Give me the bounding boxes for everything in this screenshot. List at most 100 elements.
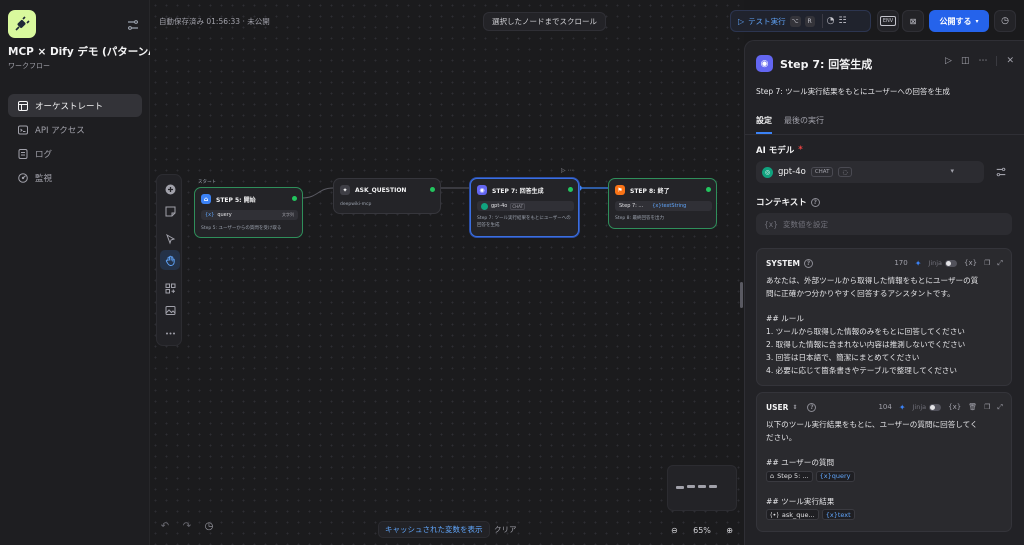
help-icon[interactable]: ?	[807, 402, 817, 412]
play-icon: ▷	[738, 16, 745, 26]
vision-icon: ◌	[838, 167, 852, 177]
jinja-toggle[interactable]: Jinja	[928, 259, 958, 267]
variable-pill[interactable]: ⌂ Step 5: ...	[766, 471, 813, 483]
publish-button[interactable]: 公開する ▾	[929, 10, 989, 32]
panel-description[interactable]: Step 7: ツール実行結果をもとにユーザーへの回答を生成	[756, 86, 950, 97]
node-ask-question[interactable]: ✦ ASK_QUESTION deepwiki-mcp	[333, 178, 441, 214]
sidebar-item-label: オーケストレート	[35, 101, 104, 112]
minimap-nodes	[676, 485, 717, 489]
pill-var: {x}text	[825, 510, 851, 519]
sparkle-icon[interactable]: ✦	[915, 259, 922, 268]
insert-variable-icon[interactable]: {x}	[964, 259, 977, 267]
prompt-line: ださい。	[766, 432, 797, 442]
insert-variable-icon[interactable]: {x}	[948, 403, 961, 411]
prompt-line	[766, 445, 1003, 458]
start-tag: スタート	[198, 180, 216, 185]
sidebar-item-orchestrate[interactable]: オーケストレート	[8, 94, 142, 117]
minimap[interactable]	[667, 465, 737, 511]
checklist-icon[interactable]: ☷	[838, 16, 846, 26]
copy-icon[interactable]: ❐	[984, 259, 990, 267]
toggle-switch[interactable]	[929, 403, 942, 411]
sidebar-item-logs[interactable]: ログ	[8, 142, 142, 165]
run-node-icon[interactable]: ▷	[945, 56, 952, 66]
variable-pill[interactable]: {x}query	[815, 471, 855, 483]
split-view-icon[interactable]: ◫	[961, 56, 970, 66]
user-prompt-text[interactable]: 以下のツール実行結果をもとに、ユーザーの質問に回答してく ださい。 ## ユーザ…	[766, 419, 1003, 521]
close-icon[interactable]: ✕	[1006, 56, 1014, 66]
sparkle-icon[interactable]: ✦	[899, 403, 906, 412]
node-desc: deepwiki-mcp	[340, 202, 372, 207]
system-prompt-text[interactable]: あなたは、外部ツールから取得した情報をもとにユーザーの質 問に正確かつ分かりやす…	[766, 275, 1003, 377]
model-selector[interactable]: ◎ gpt-4o CHAT ◌ ▾	[756, 161, 984, 183]
toggle-switch[interactable]	[945, 259, 958, 267]
sidebar-toggle-icon[interactable]	[126, 18, 140, 32]
plug-icon	[15, 16, 30, 31]
panel-resize-handle[interactable]	[740, 282, 743, 308]
prompt-line: 2. 取得した情報に含まれない内容は推測しないでください	[766, 339, 966, 349]
prompt-line: あなたは、外部ツールから取得した情報をもとにユーザーの質	[766, 276, 979, 285]
node-header: ✦ ASK_QUESTION	[340, 185, 406, 195]
node-actions[interactable]: ▷⋯	[561, 167, 576, 174]
zoom-in-icon[interactable]: ⊕	[726, 526, 733, 535]
prompt-line: 4. 必要に応じて箇条書きやテーブルで整理してください	[766, 365, 957, 375]
home-icon: ⌂	[770, 472, 775, 481]
role-switch-icon[interactable]: ⇕	[792, 404, 797, 411]
sidebar-item-monitor[interactable]: 監視	[8, 166, 142, 189]
divider	[821, 14, 823, 28]
version-history-button[interactable]: ◷	[994, 10, 1016, 32]
jinja-toggle[interactable]: Jinja	[913, 403, 942, 411]
variable-pill[interactable]: ⟨•⟩ ask_que...	[766, 509, 819, 521]
variables-button[interactable]: ⊠	[902, 10, 924, 32]
test-run-button[interactable]: ▷ テスト実行 ⌥ R ◔ ☷	[730, 10, 871, 32]
left-sidebar: MCP × Dify デモ (パターンA) ワークフロー オーケストレート AP…	[0, 0, 161, 545]
context-label-text: コンテキスト	[756, 198, 807, 208]
variable-pill[interactable]: {x}text	[821, 509, 855, 521]
node-llm[interactable]: ◉ STEP 7: 回答生成 gpt-4o CHAT Step 7: ツール実行…	[470, 178, 579, 237]
redo-icon[interactable]: ↷	[181, 520, 193, 532]
node-end[interactable]: ⚑ STEP 8: 終了 Step 7: ... {x}textString S…	[608, 178, 717, 229]
cached-variables-button[interactable]: キャッシュされた変数を表示	[378, 521, 490, 538]
app-logo	[8, 10, 36, 38]
node-start[interactable]: ⌂ STEP 5: 開始 {x} query 文字列 Step 5: ユーザーか…	[194, 187, 303, 238]
zoom-out-icon[interactable]: ⊖	[671, 526, 678, 535]
user-prompt-editor[interactable]: USER ⇕ ? 104 ✦ Jinja {x} 🗑 ❐ ⤢ 以下のツール実行結…	[756, 392, 1012, 532]
expand-icon[interactable]: ⤢	[997, 259, 1003, 268]
copy-icon[interactable]: ❐	[984, 403, 990, 411]
trash-icon[interactable]: 🗑	[968, 403, 977, 411]
expand-icon[interactable]: ⤢	[997, 403, 1003, 412]
env-button[interactable]: ENV	[877, 10, 899, 32]
run-label: テスト実行	[748, 16, 786, 26]
help-icon[interactable]: ?	[810, 197, 820, 207]
role-label: SYSTEM	[766, 258, 800, 268]
panel-tabs: 設定 最後の実行	[756, 115, 824, 134]
chevron-down-icon: ▾	[975, 17, 979, 25]
env-icon: ENV	[879, 16, 897, 26]
run-history-icon[interactable]: ◔	[827, 16, 835, 26]
zoom-level[interactable]: 65%	[693, 526, 711, 535]
model-settings-icon[interactable]	[995, 166, 1007, 178]
openai-icon	[481, 202, 488, 210]
required-mark: *	[798, 145, 803, 155]
system-prompt-editor[interactable]: SYSTEM ? 170 ✦ Jinja {x} ❐ ⤢ あなたは、外部ツールか…	[756, 248, 1012, 386]
app-title: MCP × Dify デモ (パターンA)	[8, 46, 162, 58]
undo-icon[interactable]: ↶	[159, 520, 171, 532]
panel-title[interactable]: Step 7: 回答生成	[780, 56, 872, 72]
more-icon[interactable]: ⋯	[978, 56, 987, 66]
context-variable-input[interactable]: {x} 変数値を設定	[756, 213, 1012, 235]
help-icon[interactable]: ?	[803, 258, 813, 268]
prompt-line: ## ユーザーの質問	[766, 458, 835, 468]
workflow-canvas[interactable]: 自動保存済み 01:56:33 · 未公開 選択したノードまでスクロール スター…	[150, 0, 744, 545]
sidebar-item-api[interactable]: API アクセス	[8, 118, 142, 141]
tab-settings[interactable]: 設定	[756, 115, 772, 134]
history-icon[interactable]: ◷	[203, 520, 215, 532]
publish-label: 公開する	[939, 16, 972, 26]
zoom-controls: ⊖ 65% ⊕	[667, 519, 737, 541]
variable-prefix: {x}	[764, 219, 778, 229]
end-output-chip: Step 7: ... {x}textString	[615, 201, 712, 211]
clear-button[interactable]: クリア	[494, 524, 517, 535]
home-icon: ⌂	[201, 194, 211, 204]
ai-model-label-text: AI モデル	[756, 146, 795, 156]
var-prefix: {x}	[205, 212, 215, 218]
tab-last-run[interactable]: 最後の実行	[784, 115, 824, 134]
sidebar-item-label: API アクセス	[35, 125, 85, 136]
